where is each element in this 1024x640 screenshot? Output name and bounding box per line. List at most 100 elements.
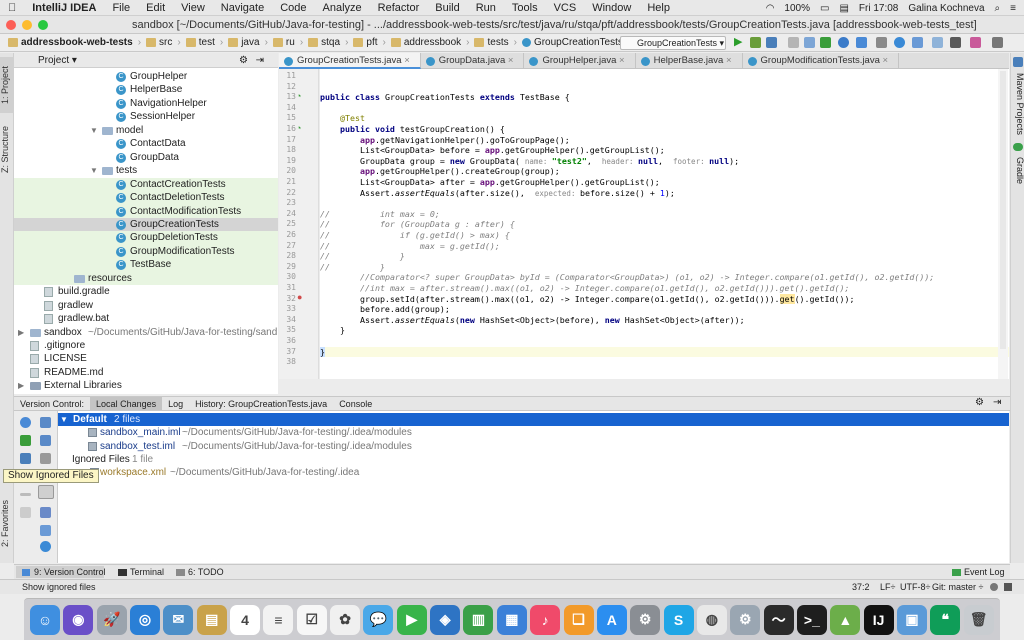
terminal-icon[interactable] — [970, 37, 981, 48]
dock-books-icon[interactable]: ❑ — [563, 604, 594, 635]
breadcrumb-item[interactable]: test — [182, 37, 219, 48]
tree-item-resources[interactable]: resources — [14, 271, 278, 286]
dock-hangouts-icon[interactable]: ❝ — [930, 604, 961, 635]
tree-item-testbase[interactable]: C TestBase — [14, 258, 278, 272]
dock-mail-icon[interactable]: ✉ — [163, 604, 194, 635]
code-line[interactable]: } — [320, 325, 345, 336]
breadcrumb-item[interactable]: addressbook — [387, 37, 465, 48]
code-line[interactable]: // int max = 0; — [320, 209, 440, 220]
dock-notes-icon[interactable]: ≡ — [263, 604, 294, 635]
vc-tab-log[interactable]: Log — [162, 397, 189, 410]
code-line[interactable]: // } — [320, 262, 385, 273]
tree-expand-icon[interactable]: ▶ — [18, 379, 24, 393]
flag-icon[interactable]: ▤ — [839, 3, 848, 14]
close-tab-icon[interactable]: × — [616, 55, 625, 66]
git-branch[interactable]: Git: master ÷ — [932, 580, 983, 594]
refresh-icon[interactable] — [20, 417, 31, 428]
tree-item-groupdata[interactable]: C GroupData — [14, 151, 278, 165]
rollback-icon[interactable] — [20, 453, 31, 464]
gradle-icon[interactable] — [1013, 143, 1023, 151]
breadcrumb-item[interactable]: pft — [349, 37, 381, 48]
dock-reminders-icon[interactable]: ☑ — [296, 604, 327, 635]
breadcrumb-item[interactable]: GroupCreationTests — [518, 37, 627, 48]
user-name[interactable]: Galina Kochneva — [908, 3, 984, 14]
dock-activity-monitor-icon[interactable]: 〜 — [763, 604, 794, 635]
apple-menu-icon[interactable]:  — [0, 2, 24, 14]
vc-tab-console[interactable]: Console — [333, 397, 378, 410]
tree-item-gradlew[interactable]: gradlew — [14, 299, 278, 313]
editor-scroll-markers[interactable] — [998, 69, 1008, 379]
clock[interactable]: Fri 17:08 — [859, 3, 898, 14]
menu-file[interactable]: File — [104, 2, 138, 14]
breadcrumb-item[interactable]: src — [142, 37, 176, 48]
breadcrumb-item[interactable]: ru — [269, 37, 299, 48]
tree-item-model[interactable]: ▼ model — [14, 124, 278, 138]
changed-file[interactable]: sandbox_main.iml ~/Documents/GitHub/Java-… — [58, 426, 1009, 439]
dock-messages-icon[interactable]: 💬 — [363, 604, 394, 635]
dock-photos-icon[interactable]: ✿ — [330, 604, 361, 635]
vc-tab-history-groupcreationtests-java[interactable]: History: GroupCreationTests.java — [189, 397, 333, 410]
tree-item-groupmodificationtests[interactable]: C GroupModificationTests — [14, 244, 278, 259]
dock-launchpad-icon[interactable]: 🚀 — [96, 604, 127, 635]
code-line[interactable]: @Test — [320, 113, 365, 124]
debug-icon[interactable] — [750, 37, 761, 48]
structure-tool-tab[interactable]: Z: Structure — [0, 119, 14, 179]
code-line[interactable]: group.setId(after.stream().max((o1, o2) … — [320, 293, 855, 305]
sdk-icon[interactable] — [932, 37, 943, 48]
history-icon[interactable] — [838, 37, 849, 48]
help-icon[interactable] — [40, 541, 51, 552]
wifi-icon[interactable]: ◠ — [766, 3, 775, 14]
tree-item--gitignore[interactable]: .gitignore — [14, 339, 278, 353]
minus-icon[interactable] — [20, 493, 31, 496]
code-line[interactable]: Assert.assertEquals(after.size(), expect… — [320, 188, 675, 199]
editor-tab-helperbase-java[interactable]: HelperBase.java × — [636, 53, 743, 69]
dock-keynote-icon[interactable]: ◈ — [430, 604, 461, 635]
diff-icon[interactable] — [40, 525, 51, 536]
code-line[interactable]: before.add(group); — [320, 304, 450, 315]
code-line[interactable]: //Comparator<? super GroupData> byId = (… — [320, 272, 934, 283]
menu-list-icon[interactable]: ≡ — [1010, 3, 1016, 14]
tree-item-build-gradle[interactable]: build.gradle — [14, 285, 278, 299]
tree-item-navigationhelper[interactable]: C NavigationHelper — [14, 97, 278, 111]
tree-item-contactcreationtests[interactable]: C ContactCreationTests — [14, 177, 278, 192]
breadcrumb-item[interactable]: addressbook-web-tests — [4, 37, 137, 48]
menu-view[interactable]: View — [173, 2, 213, 14]
dock-finder-icon[interactable]: ☺ — [30, 604, 60, 635]
code-line[interactable]: public void testGroupCreation() { — [320, 124, 505, 135]
gear-icon[interactable]: ⚙ — [239, 53, 248, 68]
tree-item-external-libraries[interactable]: ▶ External Libraries — [14, 379, 278, 393]
menu-help[interactable]: Help — [639, 2, 678, 14]
editor-tab-groupcreationtests-java[interactable]: GroupCreationTests.java × — [279, 53, 421, 69]
run-gutter-icon[interactable]: ◔ — [296, 91, 301, 101]
dock-terminal-icon[interactable]: >_ — [796, 604, 827, 635]
menu-window[interactable]: Window — [584, 2, 639, 14]
close-tab-icon[interactable]: × — [402, 55, 410, 66]
vc-gear-icon[interactable]: ⚙ — [975, 397, 984, 408]
menu-code[interactable]: Code — [272, 2, 314, 14]
code-line[interactable]: } — [320, 346, 1009, 358]
code-line[interactable]: List<GroupData> before = app.getGroupHel… — [320, 145, 665, 156]
tree-item-sandbox[interactable]: ▶ sandbox ~/Documents/GitHub/Java-for-test… — [14, 326, 278, 340]
coverage-icon[interactable] — [766, 37, 777, 48]
tree-item-groupdeletiontests[interactable]: C GroupDeletionTests — [14, 231, 278, 245]
search-icon[interactable]: ⌕ — [995, 3, 1001, 14]
tree-expand-icon[interactable]: ▼ — [90, 164, 98, 178]
tree-item-gradlew-bat[interactable]: gradlew.bat — [14, 312, 278, 326]
shelve-icon[interactable] — [40, 507, 51, 518]
expand-all-icon[interactable] — [40, 417, 51, 428]
menu-vcs[interactable]: VCS — [546, 2, 585, 14]
dock-preview-icon[interactable]: ▣ — [896, 604, 927, 635]
close-tab-icon[interactable]: × — [505, 55, 514, 66]
group-by-icon[interactable] — [40, 453, 51, 464]
breadcrumb-item[interactable]: stqa — [304, 37, 344, 48]
search-everywhere-icon[interactable] — [992, 37, 1003, 48]
close-tab-icon[interactable]: × — [880, 55, 888, 66]
zoom-window-button[interactable] — [38, 20, 48, 30]
help-icon[interactable] — [894, 37, 905, 48]
editor-tab-groupdata-java[interactable]: GroupData.java × — [421, 53, 525, 69]
caret-position[interactable]: 37:2 — [852, 580, 870, 594]
tree-item-helperbase[interactable]: C HelperBase — [14, 83, 278, 97]
stop-icon[interactable] — [788, 37, 799, 48]
dock-skype-icon[interactable]: S — [663, 604, 694, 635]
menu-tools[interactable]: Tools — [504, 2, 546, 14]
